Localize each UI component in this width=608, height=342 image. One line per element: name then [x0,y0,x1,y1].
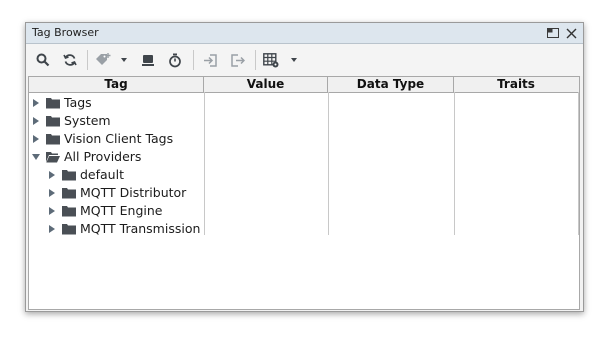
tree-row-label: MQTT Engine [80,203,163,218]
expand-arrow-right-icon[interactable] [47,206,57,216]
server-icon[interactable] [139,51,157,69]
search-icon[interactable] [34,51,52,69]
folder-icon [46,115,60,127]
add-tag-icon[interactable] [94,51,112,69]
dropdown-arrow-icon[interactable] [290,51,298,69]
tree-row[interactable]: MQTT Distributor [29,184,203,202]
expand-arrow-right-icon[interactable] [47,188,57,198]
folder-icon [46,133,60,145]
folder-icon [62,205,76,217]
tag-browser-panel: Tag Browser Tag Value Data Type Traits T… [25,22,584,312]
timer-icon[interactable] [166,51,184,69]
expand-arrow-right-icon[interactable] [31,134,41,144]
tree-row-label: Tags [64,95,92,110]
expand-arrow-right-icon[interactable] [31,116,41,126]
folder-icon [62,223,76,235]
import-icon[interactable] [201,51,219,69]
close-icon[interactable] [563,25,579,41]
tree-row-label: default [80,167,124,182]
tree-row[interactable]: Vision Client Tags [29,130,203,148]
column-header-value[interactable]: Value [204,77,328,92]
tag-tree-table[interactable]: Tag Value Data Type Traits Tags System Vis… [28,76,580,310]
folder-open-icon [46,151,60,163]
table-header: Tag Value Data Type Traits [29,77,579,93]
expand-arrow-right-icon[interactable] [31,98,41,108]
tree-row[interactable]: MQTT Transmission [29,220,203,238]
column-header-traits[interactable]: Traits [454,77,578,92]
expand-arrow-right-icon[interactable] [47,224,57,234]
column-divider [204,92,205,235]
tree-row[interactable]: Tags [29,94,203,112]
expand-arrow-down-icon[interactable] [31,152,41,162]
expand-arrow-right-icon[interactable] [47,170,57,180]
tree-row[interactable]: All Providers [29,148,203,166]
column-divider [454,92,455,235]
column-divider [328,92,329,235]
tree-row[interactable]: System [29,112,203,130]
column-header-data-type[interactable]: Data Type [328,77,454,92]
tree-row-label: All Providers [64,149,142,164]
tree-row[interactable]: MQTT Engine [29,202,203,220]
tree-row-label: System [64,113,111,128]
folder-icon [62,187,76,199]
refresh-icon[interactable] [61,51,79,69]
toolbar [26,44,583,76]
table-columns-icon[interactable] [262,51,280,69]
restore-icon[interactable] [545,25,561,41]
title-bar: Tag Browser [26,23,583,44]
tree-row-label: Vision Client Tags [64,131,174,146]
folder-icon [62,169,76,181]
tree-row[interactable]: default [29,166,203,184]
folder-icon [46,97,60,109]
export-icon[interactable] [228,51,246,69]
tree-row-label: MQTT Transmission [80,221,201,236]
column-header-tag[interactable]: Tag [29,77,204,92]
column-divider [578,92,579,235]
dropdown-arrow-icon[interactable] [120,51,128,69]
panel-title: Tag Browser [32,26,99,39]
tree-row-label: MQTT Distributor [80,185,187,200]
